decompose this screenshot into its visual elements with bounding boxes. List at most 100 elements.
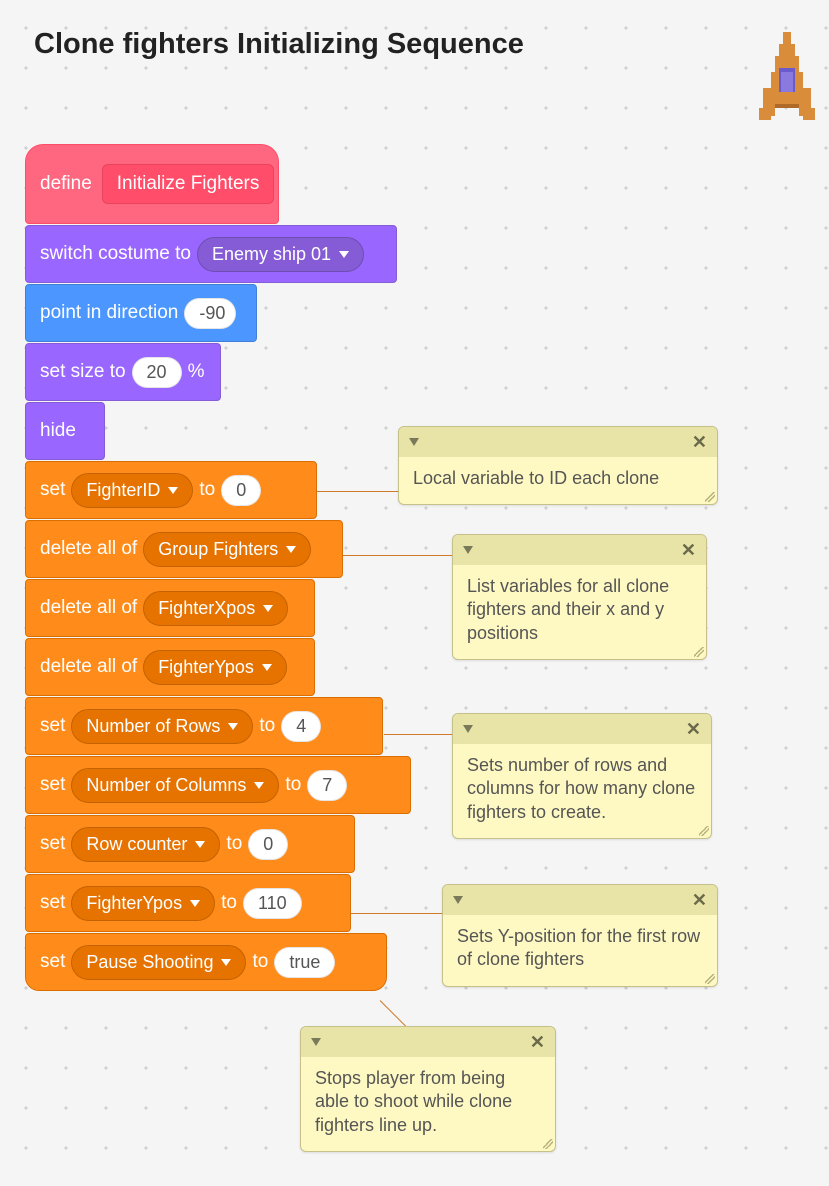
collapse-icon[interactable] <box>463 725 473 733</box>
chevron-down-icon <box>195 841 205 848</box>
block-label: to <box>285 774 301 796</box>
value-input[interactable]: true <box>274 947 335 978</box>
block-label: set size to <box>40 361 126 383</box>
collapse-icon[interactable] <box>409 438 419 446</box>
resize-handle[interactable] <box>699 826 709 836</box>
block-label: to <box>259 715 275 737</box>
collapse-icon[interactable] <box>311 1038 321 1046</box>
variable-dropdown[interactable]: FighterID <box>71 473 193 508</box>
comment-box[interactable]: ✕ Sets Y-position for the first row of c… <box>442 884 718 987</box>
comment-text[interactable]: Sets number of rows and columns for how … <box>453 744 711 838</box>
block-label: set <box>40 833 65 855</box>
list-dropdown[interactable]: Group Fighters <box>143 532 311 567</box>
block-label: hide <box>40 420 76 442</box>
collapse-icon[interactable] <box>453 896 463 904</box>
switch-costume-block[interactable]: switch costume to Enemy ship 01 <box>25 225 397 283</box>
resize-handle[interactable] <box>694 647 704 657</box>
comment-header[interactable]: ✕ <box>443 885 717 915</box>
comment-box[interactable]: ✕ List variables for all clone fighters … <box>452 534 707 660</box>
resize-handle[interactable] <box>543 1139 553 1149</box>
chevron-down-icon <box>221 959 231 966</box>
dropdown-value: Enemy ship 01 <box>212 244 331 265</box>
custom-block-name: Initialize Fighters <box>102 164 275 204</box>
set-fighterid-block[interactable]: set FighterID to 0 <box>25 461 317 519</box>
close-icon[interactable]: ✕ <box>530 1032 545 1053</box>
comment-text[interactable]: Sets Y-position for the first row of clo… <box>443 915 717 986</box>
resize-handle[interactable] <box>705 974 715 984</box>
block-stack: define Initialize Fighters switch costum… <box>25 144 411 992</box>
variable-dropdown[interactable]: Pause Shooting <box>71 945 246 980</box>
point-direction-block[interactable]: point in direction -90 <box>25 284 257 342</box>
costume-dropdown[interactable]: Enemy ship 01 <box>197 237 364 272</box>
value-input[interactable]: 0 <box>221 475 261 506</box>
dropdown-value: Pause Shooting <box>86 952 213 973</box>
block-label: to <box>199 479 215 501</box>
value-input[interactable]: 7 <box>307 770 347 801</box>
block-label: set <box>40 774 65 796</box>
comment-header[interactable]: ✕ <box>453 535 706 565</box>
define-hat-block[interactable]: define Initialize Fighters <box>25 144 279 224</box>
block-label: to <box>252 951 268 973</box>
size-input[interactable]: 20 <box>132 357 182 388</box>
comment-header[interactable]: ✕ <box>399 427 717 457</box>
block-label: delete all of <box>40 597 137 619</box>
enemy-ship-sprite <box>749 28 825 124</box>
chevron-down-icon <box>286 546 296 553</box>
comment-box[interactable]: ✕ Sets number of rows and columns for ho… <box>452 713 712 839</box>
set-number-columns-block[interactable]: set Number of Columns to 7 <box>25 756 411 814</box>
close-icon[interactable]: ✕ <box>692 432 707 453</box>
block-label: switch costume to <box>40 243 191 265</box>
list-dropdown[interactable]: FighterXpos <box>143 591 288 626</box>
variable-dropdown[interactable]: Number of Rows <box>71 709 253 744</box>
variable-dropdown[interactable]: Row counter <box>71 827 220 862</box>
hide-block[interactable]: hide <box>25 402 105 460</box>
comment-text[interactable]: List variables for all clone fighters an… <box>453 565 706 659</box>
define-keyword: define <box>40 173 92 195</box>
dropdown-value: Number of Columns <box>86 775 246 796</box>
dropdown-value: FighterYpos <box>86 893 182 914</box>
set-size-block[interactable]: set size to 20 % <box>25 343 221 401</box>
value-input[interactable]: 4 <box>281 711 321 742</box>
set-number-rows-block[interactable]: set Number of Rows to 4 <box>25 697 383 755</box>
chevron-down-icon <box>254 782 264 789</box>
chevron-down-icon <box>168 487 178 494</box>
direction-input[interactable]: -90 <box>184 298 236 329</box>
delete-fighterypos-block[interactable]: delete all of FighterYpos <box>25 638 315 696</box>
close-icon[interactable]: ✕ <box>692 890 707 911</box>
variable-dropdown[interactable]: FighterYpos <box>71 886 215 921</box>
comment-header[interactable]: ✕ <box>301 1027 555 1057</box>
comment-header[interactable]: ✕ <box>453 714 711 744</box>
set-row-counter-block[interactable]: set Row counter to 0 <box>25 815 355 873</box>
block-label: delete all of <box>40 538 137 560</box>
set-fighterypos-block[interactable]: set FighterYpos to 110 <box>25 874 351 932</box>
value-input[interactable]: 110 <box>243 888 302 919</box>
block-label: delete all of <box>40 656 137 678</box>
block-label: set <box>40 715 65 737</box>
dropdown-value: FighterID <box>86 480 160 501</box>
comment-text[interactable]: Local variable to ID each clone <box>399 457 717 504</box>
delete-fighterxpos-block[interactable]: delete all of FighterXpos <box>25 579 315 637</box>
dropdown-value: Number of Rows <box>86 716 220 737</box>
variable-dropdown[interactable]: Number of Columns <box>71 768 279 803</box>
chevron-down-icon <box>190 900 200 907</box>
comment-box[interactable]: ✕ Local variable to ID each clone <box>398 426 718 505</box>
dropdown-value: Row counter <box>86 834 187 855</box>
comment-text[interactable]: Stops player from being able to shoot wh… <box>301 1057 555 1151</box>
list-dropdown[interactable]: FighterYpos <box>143 650 287 685</box>
close-icon[interactable]: ✕ <box>681 540 696 561</box>
block-label: % <box>188 361 205 383</box>
delete-group-fighters-block[interactable]: delete all of Group Fighters <box>25 520 343 578</box>
chevron-down-icon <box>228 723 238 730</box>
collapse-icon[interactable] <box>463 546 473 554</box>
resize-handle[interactable] <box>705 492 715 502</box>
block-label: set <box>40 479 65 501</box>
set-pause-shooting-block[interactable]: set Pause Shooting to true <box>25 933 387 991</box>
chevron-down-icon <box>263 605 273 612</box>
value-input[interactable]: 0 <box>248 829 288 860</box>
block-label: point in direction <box>40 302 178 324</box>
block-label: set <box>40 892 65 914</box>
close-icon[interactable]: ✕ <box>686 719 701 740</box>
chevron-down-icon <box>339 251 349 258</box>
dropdown-value: FighterYpos <box>158 657 254 678</box>
comment-box[interactable]: ✕ Stops player from being able to shoot … <box>300 1026 556 1152</box>
